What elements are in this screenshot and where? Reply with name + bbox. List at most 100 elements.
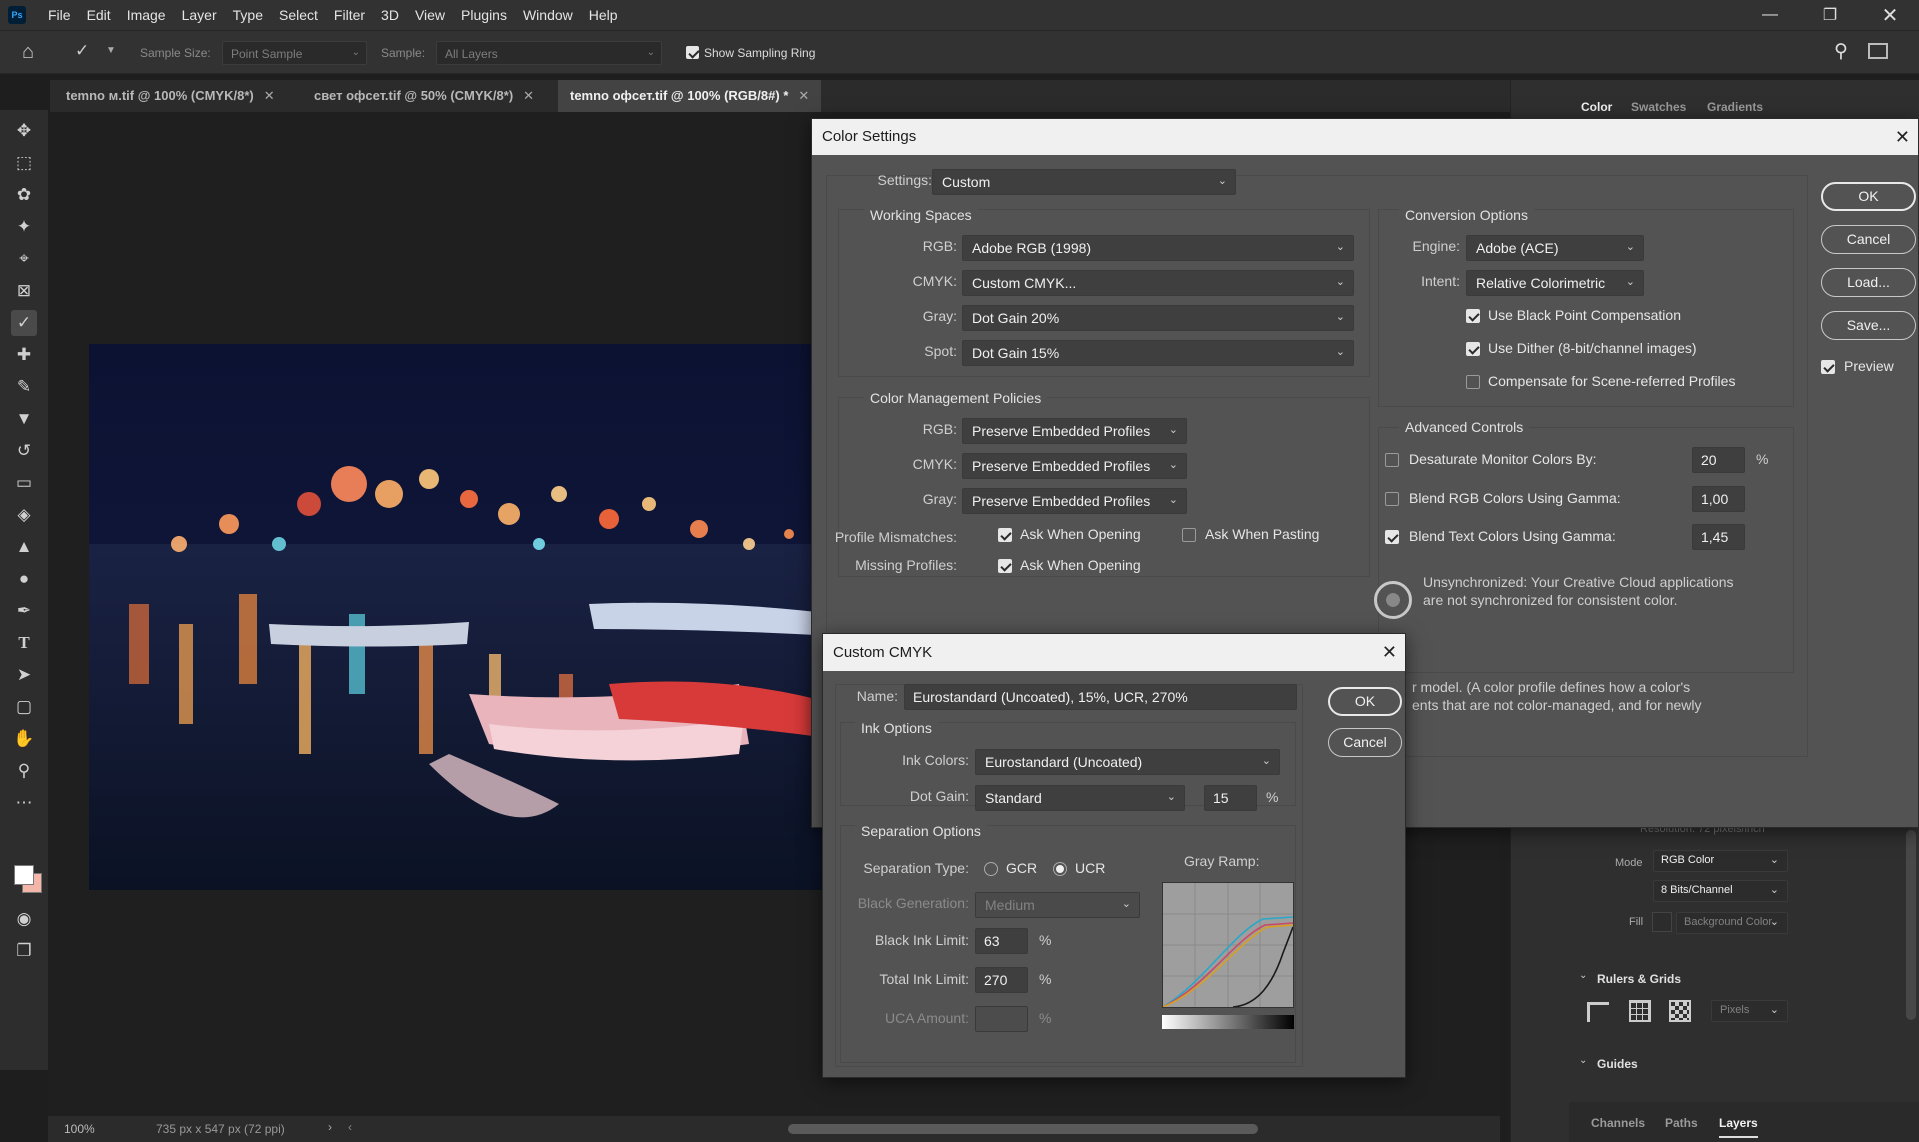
close-tab-icon[interactable]: ✕ xyxy=(523,88,534,103)
grid-icon[interactable] xyxy=(1629,1000,1651,1022)
rulers-grids-title[interactable]: Rulers & Grids xyxy=(1597,972,1681,986)
black-point-compensation-checkbox[interactable] xyxy=(1466,309,1480,323)
close-tab-icon[interactable]: ✕ xyxy=(264,88,275,103)
policy-cmyk-dropdown[interactable]: Preserve Embedded Profiles ⌄ xyxy=(962,453,1187,479)
black-ink-limit-input[interactable]: 63 xyxy=(975,928,1028,954)
close-icon[interactable]: ✕ xyxy=(1382,634,1397,671)
horizontal-scrollbar[interactable] xyxy=(788,1124,1258,1134)
menu-3d[interactable]: 3D xyxy=(373,0,407,30)
tab-layers[interactable]: Layers xyxy=(1719,1116,1758,1138)
engine-dropdown[interactable]: Adobe (ACE) ⌄ xyxy=(1466,235,1644,261)
foreground-color-swatch[interactable] xyxy=(14,865,34,885)
desaturate-checkbox[interactable] xyxy=(1385,453,1399,467)
hand-tool-icon[interactable]: ✋ xyxy=(11,726,37,752)
zoom-tool-icon[interactable]: ⚲ xyxy=(11,758,37,784)
quick-mask-icon[interactable]: ◉ xyxy=(11,906,37,932)
healing-brush-tool-icon[interactable]: ✚ xyxy=(11,342,37,368)
path-selection-tool-icon[interactable]: ➤ xyxy=(11,662,37,688)
home-icon[interactable]: ⌂ xyxy=(22,41,34,64)
policy-gray-dropdown[interactable]: Preserve Embedded Profiles ⌄ xyxy=(962,488,1187,514)
menu-layer[interactable]: Layer xyxy=(174,0,225,30)
panel-scrollbar[interactable] xyxy=(1906,830,1916,1020)
close-icon[interactable]: ✕ xyxy=(1895,119,1910,155)
paint-bucket-tool-icon[interactable]: ◈ xyxy=(11,502,37,528)
tab-swatches[interactable]: Swatches xyxy=(1631,100,1686,114)
tab-document-1[interactable]: temno м.tif @ 100% (CMYK/8*) ✕ xyxy=(54,80,287,112)
total-ink-limit-input[interactable]: 270 xyxy=(975,967,1028,993)
pen-tool-icon[interactable]: ✒ xyxy=(11,598,37,624)
policy-rgb-dropdown[interactable]: Preserve Embedded Profiles ⌄ xyxy=(962,418,1187,444)
menu-window[interactable]: Window xyxy=(515,0,581,30)
tool-preset-chevron-icon[interactable]: ▼ xyxy=(106,45,116,56)
name-input[interactable]: Eurostandard (Uncoated), 15%, UCR, 270% xyxy=(904,684,1297,710)
gcr-radio[interactable] xyxy=(984,862,998,876)
fill-dropdown[interactable]: Background Color ⌄ xyxy=(1676,912,1788,934)
blend-text-checkbox[interactable] xyxy=(1385,530,1399,544)
tab-color[interactable]: Color xyxy=(1581,100,1612,114)
ws-gray-dropdown[interactable]: Dot Gain 20% ⌄ xyxy=(962,305,1354,331)
menu-edit[interactable]: Edit xyxy=(79,0,119,30)
ws-cmyk-dropdown[interactable]: Custom CMYK... ⌄ xyxy=(962,270,1354,296)
chevron-down-icon[interactable]: ⌄ xyxy=(1579,970,1587,981)
tab-paths[interactable]: Paths xyxy=(1665,1116,1698,1130)
sample-size-dropdown[interactable]: Point Sample ⌄ xyxy=(222,41,367,65)
minimize-icon[interactable]: — xyxy=(1745,0,1795,30)
menu-view[interactable]: View xyxy=(407,0,453,30)
marquee-tool-icon[interactable]: ⬚ xyxy=(11,150,37,176)
rulers-icon[interactable] xyxy=(1587,1002,1609,1022)
show-sampling-ring-checkbox[interactable] xyxy=(686,46,699,59)
intent-dropdown[interactable]: Relative Colorimetric ⌄ xyxy=(1466,270,1644,296)
ws-spot-dropdown[interactable]: Dot Gain 15% ⌄ xyxy=(962,340,1354,366)
ink-colors-dropdown[interactable]: Eurostandard (Uncoated) ⌄ xyxy=(975,749,1280,775)
use-dither-checkbox[interactable] xyxy=(1466,342,1480,356)
tab-channels[interactable]: Channels xyxy=(1591,1116,1645,1130)
crop-tool-icon[interactable]: ⌖ xyxy=(11,246,37,272)
restore-icon[interactable]: ❐ xyxy=(1805,0,1855,30)
eyedropper-tool-icon[interactable]: ✓ xyxy=(11,310,37,336)
tab-document-2[interactable]: свет офсет.tif @ 50% (CMYK/8*) ✕ xyxy=(302,80,546,112)
desaturate-input[interactable]: 20 xyxy=(1692,447,1745,473)
blur-tool-icon[interactable]: ▲ xyxy=(11,534,37,560)
chevron-down-icon[interactable]: ⌄ xyxy=(1579,1055,1587,1066)
cancel-button[interactable]: Cancel xyxy=(1821,225,1916,254)
ok-button[interactable]: OK xyxy=(1328,687,1402,716)
screen-mode-icon[interactable]: ❐ xyxy=(11,938,37,964)
menu-plugins[interactable]: Plugins xyxy=(453,0,515,30)
lasso-tool-icon[interactable]: ✿ xyxy=(11,182,37,208)
ucr-radio[interactable] xyxy=(1053,862,1067,876)
bit-depth-dropdown[interactable]: 8 Bits/Channel ⌄ xyxy=(1653,880,1788,902)
rectangle-tool-icon[interactable]: ▢ xyxy=(11,694,37,720)
save-button[interactable]: Save... xyxy=(1821,311,1916,340)
menu-filter[interactable]: Filter xyxy=(326,0,373,30)
eraser-tool-icon[interactable]: ▭ xyxy=(11,470,37,496)
sample-dropdown[interactable]: All Layers ⌄ xyxy=(436,41,662,65)
frame-tool-icon[interactable]: ⊠ xyxy=(11,278,37,304)
ws-rgb-dropdown[interactable]: Adobe RGB (1998) ⌄ xyxy=(962,235,1354,261)
blend-rgb-input[interactable]: 1,00 xyxy=(1692,486,1745,512)
dot-gain-dropdown[interactable]: Standard ⌄ xyxy=(975,785,1185,811)
guides-title[interactable]: Guides xyxy=(1597,1057,1638,1071)
workspace-icon[interactable] xyxy=(1868,43,1888,59)
zoom-level[interactable]: 100% xyxy=(64,1122,95,1136)
tab-document-3[interactable]: temno офсет.tif @ 100% (RGB/8#) * ✕ xyxy=(558,80,822,112)
type-tool-icon[interactable]: T xyxy=(11,630,37,656)
eyedropper-tool-icon[interactable]: ✓ xyxy=(75,41,89,61)
scroll-left-icon[interactable]: ‹ xyxy=(348,1120,352,1134)
units-dropdown[interactable]: Pixels ⌄ xyxy=(1711,1000,1788,1022)
cancel-button[interactable]: Cancel xyxy=(1328,728,1402,757)
missing-ask-opening-checkbox[interactable] xyxy=(998,559,1012,573)
uca-amount-input[interactable] xyxy=(975,1006,1028,1032)
menu-help[interactable]: Help xyxy=(581,0,626,30)
mismatch-ask-pasting-checkbox[interactable] xyxy=(1182,528,1196,542)
blend-text-input[interactable]: 1,45 xyxy=(1692,524,1745,550)
pixel-grid-icon[interactable] xyxy=(1669,1000,1691,1022)
fill-swatch[interactable] xyxy=(1652,912,1672,932)
search-icon[interactable]: ⚲ xyxy=(1834,40,1848,63)
status-arrow-icon[interactable]: › xyxy=(328,1120,332,1134)
black-generation-dropdown[interactable]: Medium ⌄ xyxy=(975,892,1140,918)
photoshop-logo-icon[interactable]: Ps xyxy=(8,6,26,24)
mismatch-ask-opening-checkbox[interactable] xyxy=(998,528,1012,542)
menu-type[interactable]: Type xyxy=(225,0,271,30)
clone-stamp-tool-icon[interactable]: ▼ xyxy=(11,406,37,432)
mode-dropdown[interactable]: RGB Color ⌄ xyxy=(1653,850,1788,872)
